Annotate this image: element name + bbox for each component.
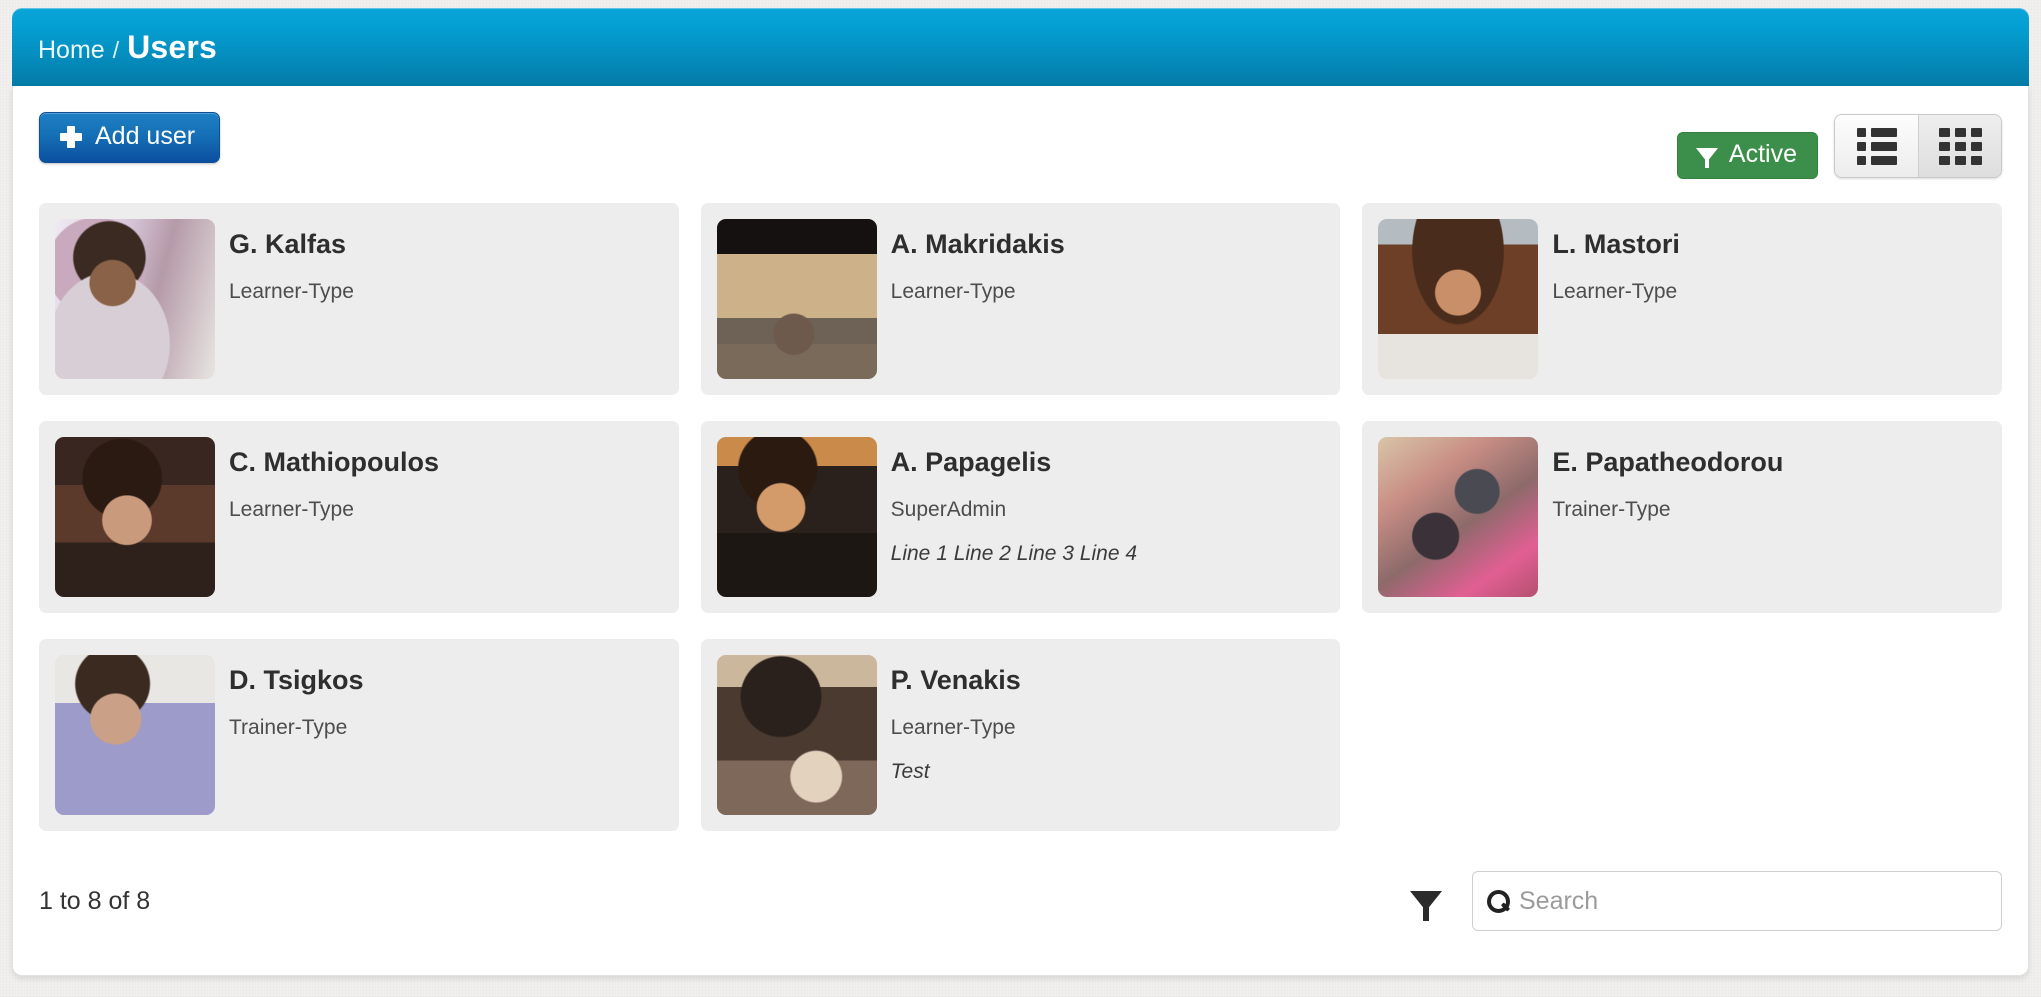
avatar	[716, 655, 877, 815]
breadcrumb-link-home[interactable]: Home	[38, 36, 105, 65]
search-icon	[1487, 890, 1510, 913]
user-extra: Test	[890, 760, 930, 783]
user-card[interactable]: A. Makridakis Learner-Type	[700, 203, 1341, 395]
filter-active-label: Active	[1728, 140, 1797, 168]
user-card-body: P. Venakis Learner-Type Test	[891, 655, 1021, 815]
avatar	[1378, 219, 1539, 379]
user-card[interactable]: G. Kalfas Learner-Type	[39, 203, 679, 395]
view-list-button[interactable]	[1835, 115, 1918, 177]
user-role: Learner-Type	[229, 498, 354, 521]
user-card-body: L. Mastori Learner-Type	[1552, 219, 1680, 379]
search-input[interactable]	[1519, 886, 1987, 916]
avatar	[55, 219, 215, 379]
user-card-body: A. Makridakis Learner-Type	[891, 219, 1065, 379]
footer-right-group	[1410, 871, 2002, 931]
user-role: SuperAdmin	[890, 498, 1007, 521]
panel-footer: 1 to 8 of 8	[13, 831, 2028, 931]
user-role: Learner-Type	[890, 280, 1016, 303]
filter-funnel-icon[interactable]	[1410, 891, 1442, 921]
breadcrumb-separator: /	[112, 36, 120, 63]
user-role: Trainer-Type	[1552, 498, 1671, 521]
user-role: Learner-Type	[890, 716, 1016, 739]
user-card[interactable]: D. Tsigkos Trainer-Type	[39, 639, 679, 831]
user-card-body: C. Mathiopoulos Learner-Type	[229, 437, 439, 597]
add-user-label: Add user	[95, 122, 196, 150]
user-name: D. Tsigkos	[229, 665, 364, 695]
pagination-info: 1 to 8 of 8	[39, 886, 151, 915]
list-view-icon	[1856, 127, 1897, 165]
user-card[interactable]: C. Mathiopoulos Learner-Type	[39, 421, 679, 613]
user-card[interactable]: L. Mastori Learner-Type	[1362, 203, 2002, 395]
user-card[interactable]: P. Venakis Learner-Type Test	[700, 639, 1341, 831]
grid-view-icon	[1938, 127, 1982, 165]
users-page: Home / Users Add user Active G. Kalfas L…	[12, 8, 2029, 976]
avatar	[716, 219, 877, 379]
user-card-body: G. Kalfas Learner-Type	[229, 219, 354, 379]
toolbar: Add user Active	[13, 86, 2028, 179]
user-card-body: A. Papagelis SuperAdmin Line 1 Line 2 Li…	[891, 437, 1137, 597]
user-name: E. Papatheodorou	[1552, 447, 1784, 477]
breadcrumb: Home / Users	[38, 29, 217, 66]
user-name: C. Mathiopoulos	[229, 447, 439, 477]
avatar	[55, 437, 215, 597]
user-name: P. Venakis	[890, 665, 1021, 695]
user-card-body: D. Tsigkos Trainer-Type	[229, 655, 364, 815]
search-box[interactable]	[1472, 871, 2002, 931]
plus-icon	[60, 125, 82, 148]
user-name: L. Mastori	[1552, 229, 1680, 259]
user-card-grid: G. Kalfas Learner-Type A. Makridakis Lea…	[13, 179, 2028, 831]
user-role: Learner-Type	[229, 280, 354, 303]
user-extra: Line 1 Line 2 Line 3 Line 4	[890, 542, 1138, 565]
avatar	[1378, 437, 1539, 597]
user-card[interactable]: A. Papagelis SuperAdmin Line 1 Line 2 Li…	[700, 421, 1341, 613]
user-role: Learner-Type	[1552, 280, 1678, 303]
toolbar-right-group: Active	[1676, 112, 2002, 179]
content-panel: Add user Active G. Kalfas Learner-Type A…	[12, 86, 2029, 976]
filter-active-button[interactable]: Active	[1676, 132, 1818, 179]
page-header-bar: Home / Users	[12, 8, 2029, 86]
view-grid-button[interactable]	[1918, 115, 2001, 177]
user-name: G. Kalfas	[229, 229, 347, 259]
view-toggle-group	[1834, 114, 2002, 178]
avatar	[716, 437, 877, 597]
funnel-icon	[1695, 147, 1718, 168]
user-card[interactable]: E. Papatheodorou Trainer-Type	[1362, 421, 2002, 613]
user-role: Trainer-Type	[229, 716, 348, 739]
page-title: Users	[127, 28, 218, 65]
add-user-button[interactable]: Add user	[39, 112, 221, 163]
user-name: A. Makridakis	[890, 229, 1065, 259]
user-card-body: E. Papatheodorou Trainer-Type	[1552, 437, 1783, 597]
user-name: A. Papagelis	[890, 447, 1052, 477]
avatar	[55, 655, 215, 815]
